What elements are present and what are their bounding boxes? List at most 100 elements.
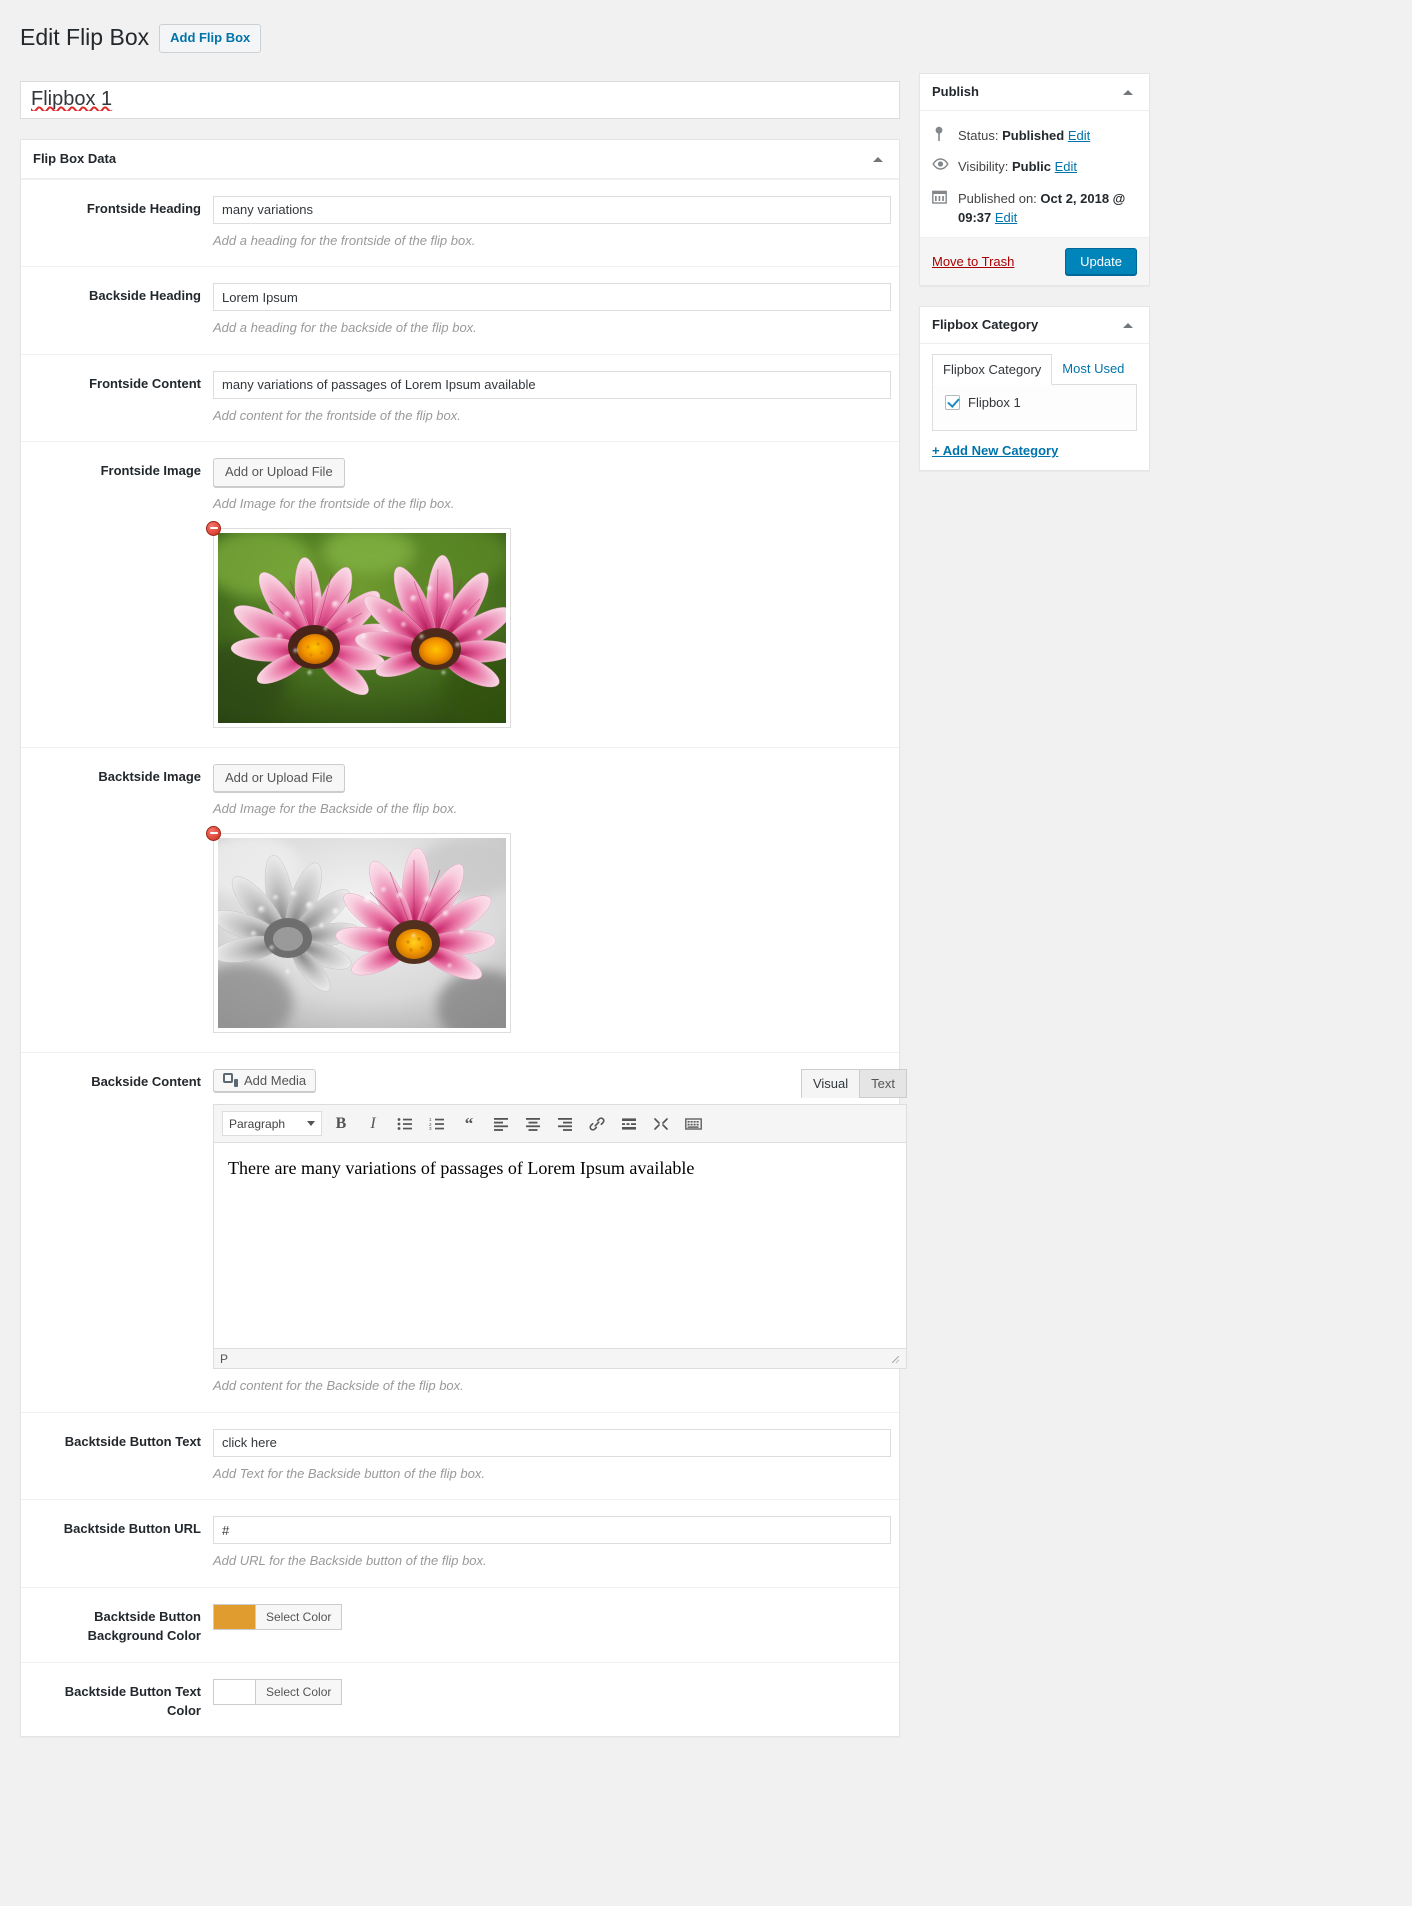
backside-flower-image <box>218 837 506 1028</box>
page-columns: Flip Box Data Frontside Heading Add a he… <box>20 72 1392 1738</box>
list-item[interactable]: Flipbox 1 <box>945 395 1124 411</box>
field-row-button-text-color: Backtside Button Text Color Select Color <box>21 1661 899 1737</box>
insert-link-icon[interactable] <box>584 1112 610 1136</box>
sidebar-column: Publish Status: Published Edit Visibilit… <box>919 72 1150 492</box>
frontside-image-upload-button[interactable]: Add or Upload File <box>213 458 345 488</box>
fullscreen-icon[interactable] <box>648 1112 674 1136</box>
publish-box-title: Publish <box>932 84 979 100</box>
desc-backside-image: Add Image for the Backside of the flip b… <box>213 801 458 817</box>
chevron-up-icon[interactable] <box>869 150 887 168</box>
desc-backside-content: Add content for the Backside of the flip… <box>213 1378 464 1394</box>
category-box-header: Flipbox Category <box>920 307 1149 344</box>
tab-visual[interactable]: Visual <box>800 1068 861 1099</box>
page-title: Edit Flip Box <box>20 24 150 51</box>
italic-icon[interactable]: I <box>360 1112 386 1136</box>
paragraph-format-select[interactable]: Paragraph <box>222 1111 322 1137</box>
toolbar-toggle-icon[interactable] <box>680 1112 706 1136</box>
frontside-image-preview <box>206 520 511 731</box>
select-color-text-button[interactable]: Select Color <box>255 1678 343 1705</box>
field-frontside-heading: Add a heading for the frontside of the f… <box>213 195 891 251</box>
pin-icon <box>932 126 950 144</box>
align-left-icon[interactable] <box>488 1112 514 1136</box>
backside-button-url-input[interactable] <box>213 1516 891 1545</box>
category-box-title: Flipbox Category <box>932 317 1039 333</box>
editor-resize-handle[interactable] <box>890 1354 900 1364</box>
add-media-button[interactable]: Add Media <box>213 1068 317 1092</box>
publish-box-body: Status: Published Edit Visibility: Publi… <box>920 111 1149 237</box>
tab-most-used[interactable]: Most Used <box>1052 354 1134 385</box>
label-backside-heading: Backside Heading <box>89 288 201 304</box>
backside-image-frame <box>213 832 511 1033</box>
read-more-icon[interactable] <box>616 1112 642 1136</box>
field-row-backside-heading: Backside Heading Add a heading for the b… <box>21 266 899 354</box>
backside-heading-input[interactable] <box>213 283 891 312</box>
format-select-label: Paragraph <box>229 1116 286 1131</box>
align-center-icon[interactable] <box>520 1112 546 1136</box>
select-color-bg-button[interactable]: Select Color <box>255 1603 343 1630</box>
tab-text[interactable]: Text <box>859 1068 907 1099</box>
bulleted-list-icon[interactable] <box>392 1112 418 1136</box>
bold-icon[interactable]: B <box>328 1112 354 1136</box>
field-button-text-color: Select Color <box>213 1678 887 1721</box>
publish-box: Publish Status: Published Edit Visibilit… <box>919 72 1150 286</box>
admin-page: Edit Flip Box Add Flip Box Flip Box Data… <box>0 0 1412 1906</box>
chevron-up-icon[interactable] <box>1119 316 1137 334</box>
button-text-color-picker[interactable]: Select Color <box>213 1678 887 1705</box>
color-swatch-bg[interactable] <box>213 1603 255 1630</box>
frontside-flower-image <box>218 532 506 723</box>
editor-top-bar: Add Media Visual Text <box>213 1068 907 1099</box>
remove-image-icon[interactable] <box>206 520 221 536</box>
flipbox-category-box: Flipbox Category Flipbox Category Most U… <box>919 305 1150 472</box>
frontside-image-frame <box>213 527 511 728</box>
desc-backside-heading: Add a heading for the backside of the fl… <box>213 320 477 336</box>
remove-image-icon[interactable] <box>206 825 221 841</box>
eye-icon <box>932 157 950 175</box>
chevron-up-icon[interactable] <box>1119 83 1137 101</box>
update-button[interactable]: Update <box>1065 247 1137 275</box>
add-new-category-link[interactable]: + Add New Category <box>932 443 1137 458</box>
field-row-button-bg-color: Backtside Button Background Color Select… <box>21 1586 899 1662</box>
desc-frontside-content: Add content for the frontside of the fli… <box>213 407 461 423</box>
published-on-row: Published on: Oct 2, 2018 @ 09:37 Edit <box>932 184 1137 235</box>
post-title-input[interactable] <box>20 80 900 119</box>
desc-frontside-image: Add Image for the frontside of the flip … <box>213 496 455 512</box>
edit-date-link[interactable]: Edit <box>995 210 1017 225</box>
numbered-list-icon[interactable]: 1 2 3 <box>424 1112 450 1136</box>
desc-frontside-heading: Add a heading for the frontside of the f… <box>213 232 476 248</box>
tab-all-categories[interactable]: Flipbox Category <box>932 353 1053 386</box>
field-row-backside-image: Backtside Image Add or Upload File Add I… <box>21 746 899 1052</box>
wp-editor: Add Media Visual Text Paragraph B I 1 2 … <box>213 1068 907 1396</box>
svg-text:3: 3 <box>429 1126 432 1131</box>
status-label: Status: <box>958 127 999 143</box>
blockquote-icon[interactable]: “ <box>456 1112 482 1136</box>
label-backside-image: Backtside Image <box>98 768 201 784</box>
add-media-label: Add Media <box>244 1072 307 1088</box>
page-header: Edit Flip Box Add Flip Box <box>20 0 1392 73</box>
desc-button-url: Add URL for the Backside button of the f… <box>213 1553 487 1569</box>
field-row-frontside-content: Frontside Content Add content for the fr… <box>21 353 899 442</box>
desc-button-text: Add Text for the Backside button of the … <box>213 1465 485 1481</box>
tinymce-toolbar: Paragraph B I 1 2 3 “ <box>214 1105 906 1144</box>
backside-button-text-input[interactable] <box>213 1428 891 1457</box>
move-to-trash-link[interactable]: Move to Trash <box>932 254 1014 269</box>
add-flip-box-button[interactable]: Add Flip Box <box>159 23 262 53</box>
editor-statusbar: P <box>214 1348 906 1369</box>
backside-image-upload-button[interactable]: Add or Upload File <box>213 763 345 793</box>
edit-status-link[interactable]: Edit <box>1068 128 1090 143</box>
frontside-heading-input[interactable] <box>213 195 891 224</box>
chevron-down-icon <box>307 1121 315 1127</box>
align-right-icon[interactable] <box>552 1112 578 1136</box>
color-swatch-text[interactable] <box>213 1678 255 1705</box>
frontside-content-input[interactable] <box>213 370 891 399</box>
publish-box-header: Publish <box>920 74 1149 111</box>
field-row-button-text: Backtside Button Text Add Text for the B… <box>21 1411 899 1500</box>
backside-image-preview <box>206 825 511 1036</box>
button-bg-color-picker[interactable]: Select Color <box>213 1603 887 1630</box>
field-row-backside-content: Backside Content Add Media Visual Text P… <box>21 1051 907 1412</box>
element-path: P <box>220 1351 229 1366</box>
editor-content-area[interactable]: There are many variations of passages of… <box>214 1143 906 1349</box>
visibility-text: Visibility: Public Edit <box>958 157 1077 177</box>
edit-visibility-link[interactable]: Edit <box>1055 159 1077 174</box>
label-frontside-image: Frontside Image <box>100 463 201 479</box>
category-checkbox[interactable] <box>945 395 960 411</box>
